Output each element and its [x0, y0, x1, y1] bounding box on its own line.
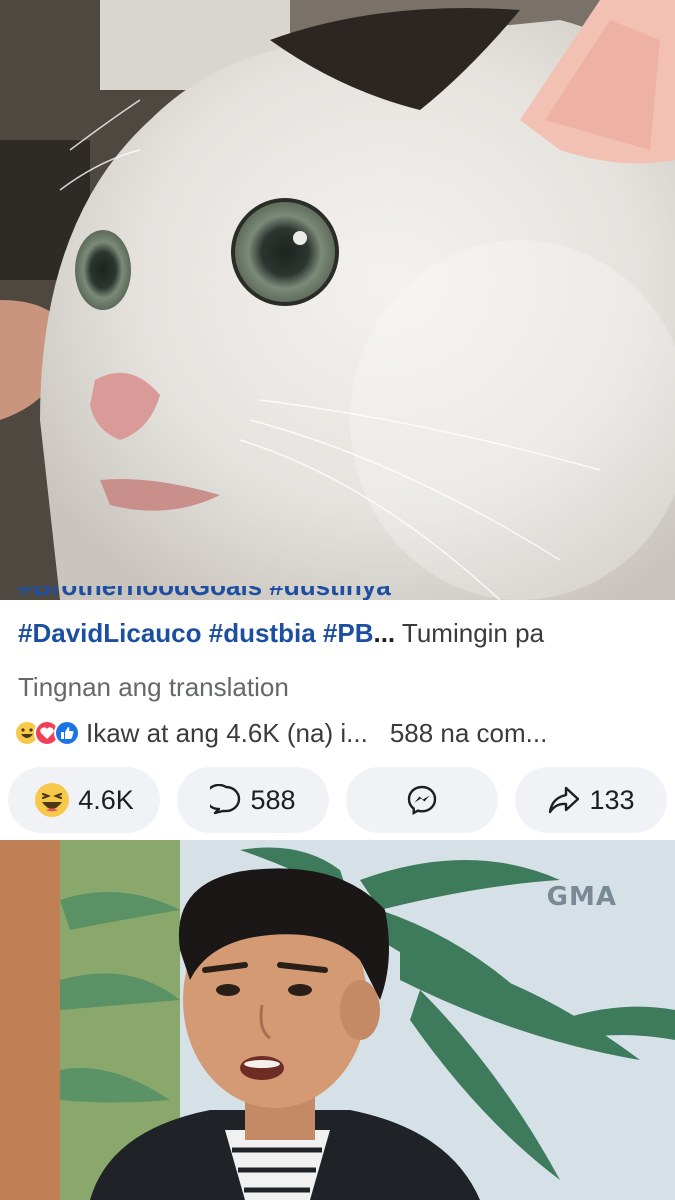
- comment-icon: [210, 784, 242, 816]
- share-icon: [547, 785, 581, 815]
- post-photo-cat[interactable]: [0, 0, 675, 600]
- caption-ellipsis: ...: [373, 618, 396, 648]
- see-more-link[interactable]: Tumingin pa: [402, 618, 544, 648]
- reaction-summary[interactable]: Ikaw at ang 4.6K (na) i... 588 na com...: [14, 716, 547, 750]
- hashtag-pb[interactable]: #PB: [323, 618, 374, 648]
- cat-photo-illustration: [0, 0, 675, 600]
- hashtag-line: #DavidLicauco #dustbia #PB... Tumingin p…: [18, 616, 544, 650]
- hashtags-clipped-line[interactable]: #BrotherhoodGoals #dustinya: [18, 586, 391, 600]
- reaction-summary-text: Ikaw at ang 4.6K (na) i...: [86, 717, 368, 748]
- reaction-icon-stack: [14, 720, 80, 746]
- messenger-icon: [406, 784, 438, 816]
- comment-button[interactable]: 588: [177, 767, 329, 833]
- comment-summary-text[interactable]: 588 na com...: [390, 718, 548, 749]
- see-translation-link[interactable]: Tingnan ang translation: [18, 670, 289, 704]
- react-button[interactable]: 4.6K: [8, 767, 160, 833]
- hashtag-davidlicauco[interactable]: #DavidLicauco: [18, 618, 202, 648]
- gma-watermark-logo: GMA: [546, 882, 617, 912]
- haha-reaction-icon: [34, 782, 70, 818]
- messenger-send-button[interactable]: [346, 767, 498, 833]
- post-photo-tv-guest[interactable]: GMA: [0, 840, 675, 1200]
- comment-count: 588: [250, 784, 296, 815]
- post-caption: #BrotherhoodGoals #dustinya #DavidLicauc…: [0, 586, 675, 760]
- share-button[interactable]: 133: [515, 767, 667, 833]
- share-count: 133: [589, 784, 635, 815]
- react-count: 4.6K: [78, 784, 134, 815]
- hashtag-dustbia[interactable]: #dustbia: [209, 618, 316, 648]
- post-action-bar: 4.6K 588 133: [0, 760, 675, 840]
- like-icon: [54, 720, 80, 746]
